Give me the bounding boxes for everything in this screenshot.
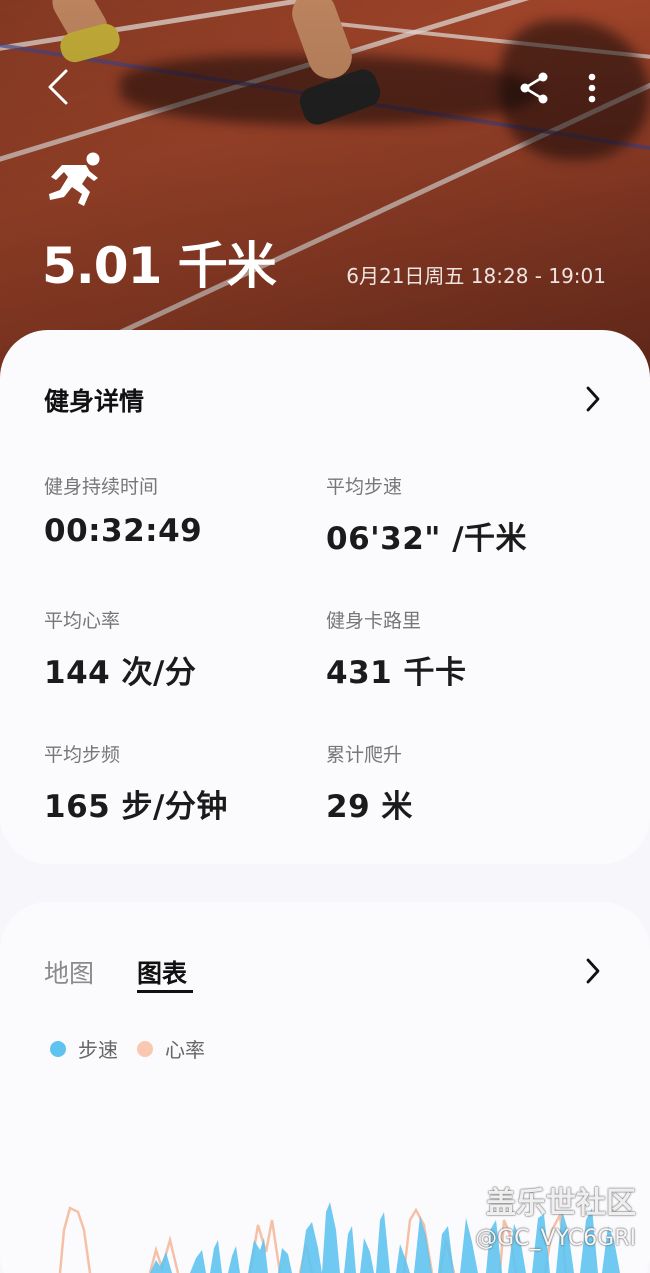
tab-chart[interactable]: 图表 [137,954,187,990]
card-title: 健身详情 [44,387,145,416]
legend-item-pace: 步速 [50,1034,118,1063]
tab-map[interactable]: 地图 [44,954,94,990]
stat-label: 平均心率 [44,610,121,632]
stat-value: 00:32:49 [44,513,203,549]
chevron-right-icon [586,958,600,984]
back-button[interactable] [38,64,78,110]
stat-label: 累计爬升 [326,744,403,766]
stat-value: 06'32" /千米 [326,521,528,557]
stat-avg-pace: 平均步速 06'32" /千米 [326,472,527,558]
stat-label: 平均步速 [326,476,403,498]
stat-value: 29 米 [326,789,413,825]
workout-details-card: 健身详情 健身持续时间 00:32:49 平均步速 06'32" /千米 平均心… [0,330,650,864]
legend-label: 心率 [165,1038,205,1062]
stat-label: 健身持续时间 [44,476,159,498]
watermark-handle: @GC_VYC6GRI [475,1226,636,1251]
stat-duration: 健身持续时间 00:32:49 [44,472,202,549]
stat-avg-cadence: 平均步频 165 步/分钟 [44,740,228,826]
distance-value: 5.01 千米 [42,237,277,295]
watermark-title: 盖乐世社区 [486,1186,636,1221]
chevron-right-icon [586,386,600,412]
legend-dot-pace [50,1040,66,1057]
stat-avg-heart-rate: 平均心率 144 次/分 [44,606,196,692]
more-vertical-icon [588,73,596,103]
share-icon [520,72,548,104]
chart-expand-button[interactable] [578,954,608,988]
legend-dot-heart-rate [137,1040,153,1057]
legend-item-heart-rate: 心率 [137,1034,205,1063]
chevron-left-icon [48,69,68,105]
stat-value: 144 次/分 [44,655,197,691]
stat-calories: 健身卡路里 431 千卡 [326,606,467,692]
stat-value: 165 步/分钟 [44,789,228,825]
legend-label: 步速 [78,1038,118,1062]
workout-date-range: 6月21日周五 18:28 - 19:01 [346,264,606,288]
share-button[interactable] [512,66,556,110]
stat-label: 健身卡路里 [326,610,422,632]
running-icon [49,152,100,206]
stat-elevation-gain: 累计爬升 29 米 [326,740,413,826]
active-tab-indicator [137,990,193,993]
more-options-button[interactable] [572,66,612,110]
stat-value: 431 千卡 [326,655,467,691]
details-expand-button[interactable] [578,382,608,416]
stat-label: 平均步频 [44,744,121,766]
